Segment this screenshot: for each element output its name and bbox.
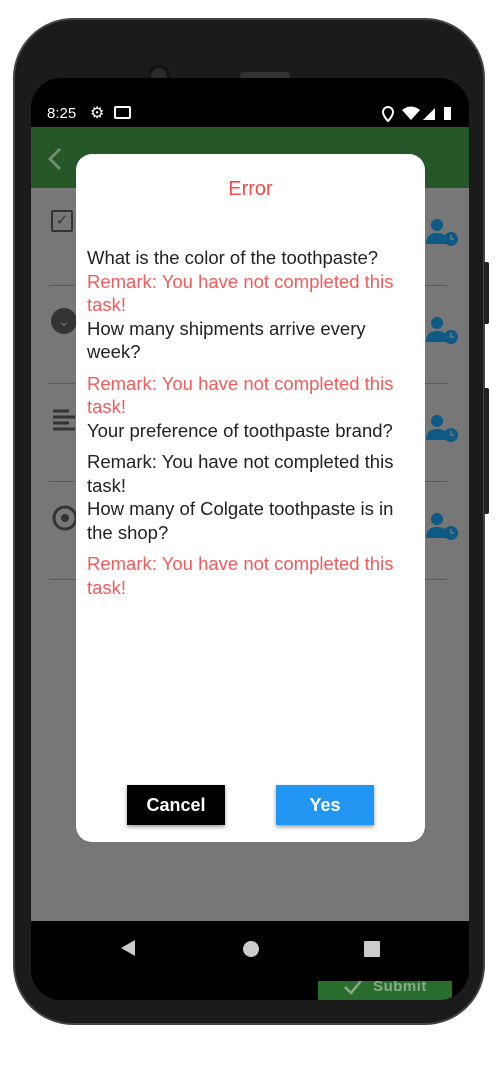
recents-icon[interactable] [363, 940, 381, 958]
wifi-icon [402, 106, 420, 120]
remark-text: Remark: You have not completed this task… [87, 372, 394, 418]
question-text: How many of Colgate toothpaste is in the… [87, 498, 394, 543]
volume-button [484, 262, 489, 324]
location-icon [381, 105, 395, 123]
question-text: What is the color of the toothpaste? [87, 247, 379, 268]
question-text: How many shipments arrive every week? [87, 317, 366, 363]
remark-text: Remark: You have not completed this task… [87, 270, 394, 316]
status-time: 8:25 [47, 105, 77, 122]
user-clock-icon [426, 219, 458, 246]
battery-icon [444, 107, 451, 120]
error-dialog: Error What is the color of the toothpast… [76, 154, 425, 842]
dialog-body: What is the color of the toothpaste? Rem… [87, 246, 417, 599]
checkbox-icon: ✓ [51, 210, 73, 232]
status-icons [381, 105, 451, 123]
yes-button[interactable]: Yes [276, 785, 374, 825]
user-clock-icon [426, 415, 458, 442]
power-button [484, 388, 489, 514]
remark-text: Remark: You have not completed this task… [87, 451, 394, 496]
gear-icon: ⚙ [90, 105, 105, 122]
status-bar: 8:25 ⚙ [31, 100, 469, 127]
mail-icon [114, 106, 131, 119]
chevron-left-icon[interactable] [47, 147, 63, 171]
user-clock-icon [426, 317, 458, 344]
radio-icon [52, 505, 78, 531]
text-icon [53, 409, 75, 431]
dropdown-icon: ⌄ [51, 308, 77, 334]
signal-icon [423, 108, 435, 120]
dialog-title: Error [228, 178, 273, 200]
cancel-button[interactable]: Cancel [127, 785, 225, 825]
remark-text: Remark: You have not completed this task… [87, 553, 394, 598]
home-icon[interactable] [242, 940, 260, 958]
question-text: Your preference of toothpaste brand? [87, 419, 393, 441]
user-clock-icon [426, 513, 458, 540]
back-icon[interactable] [119, 939, 137, 957]
nav-bar [31, 921, 469, 981]
